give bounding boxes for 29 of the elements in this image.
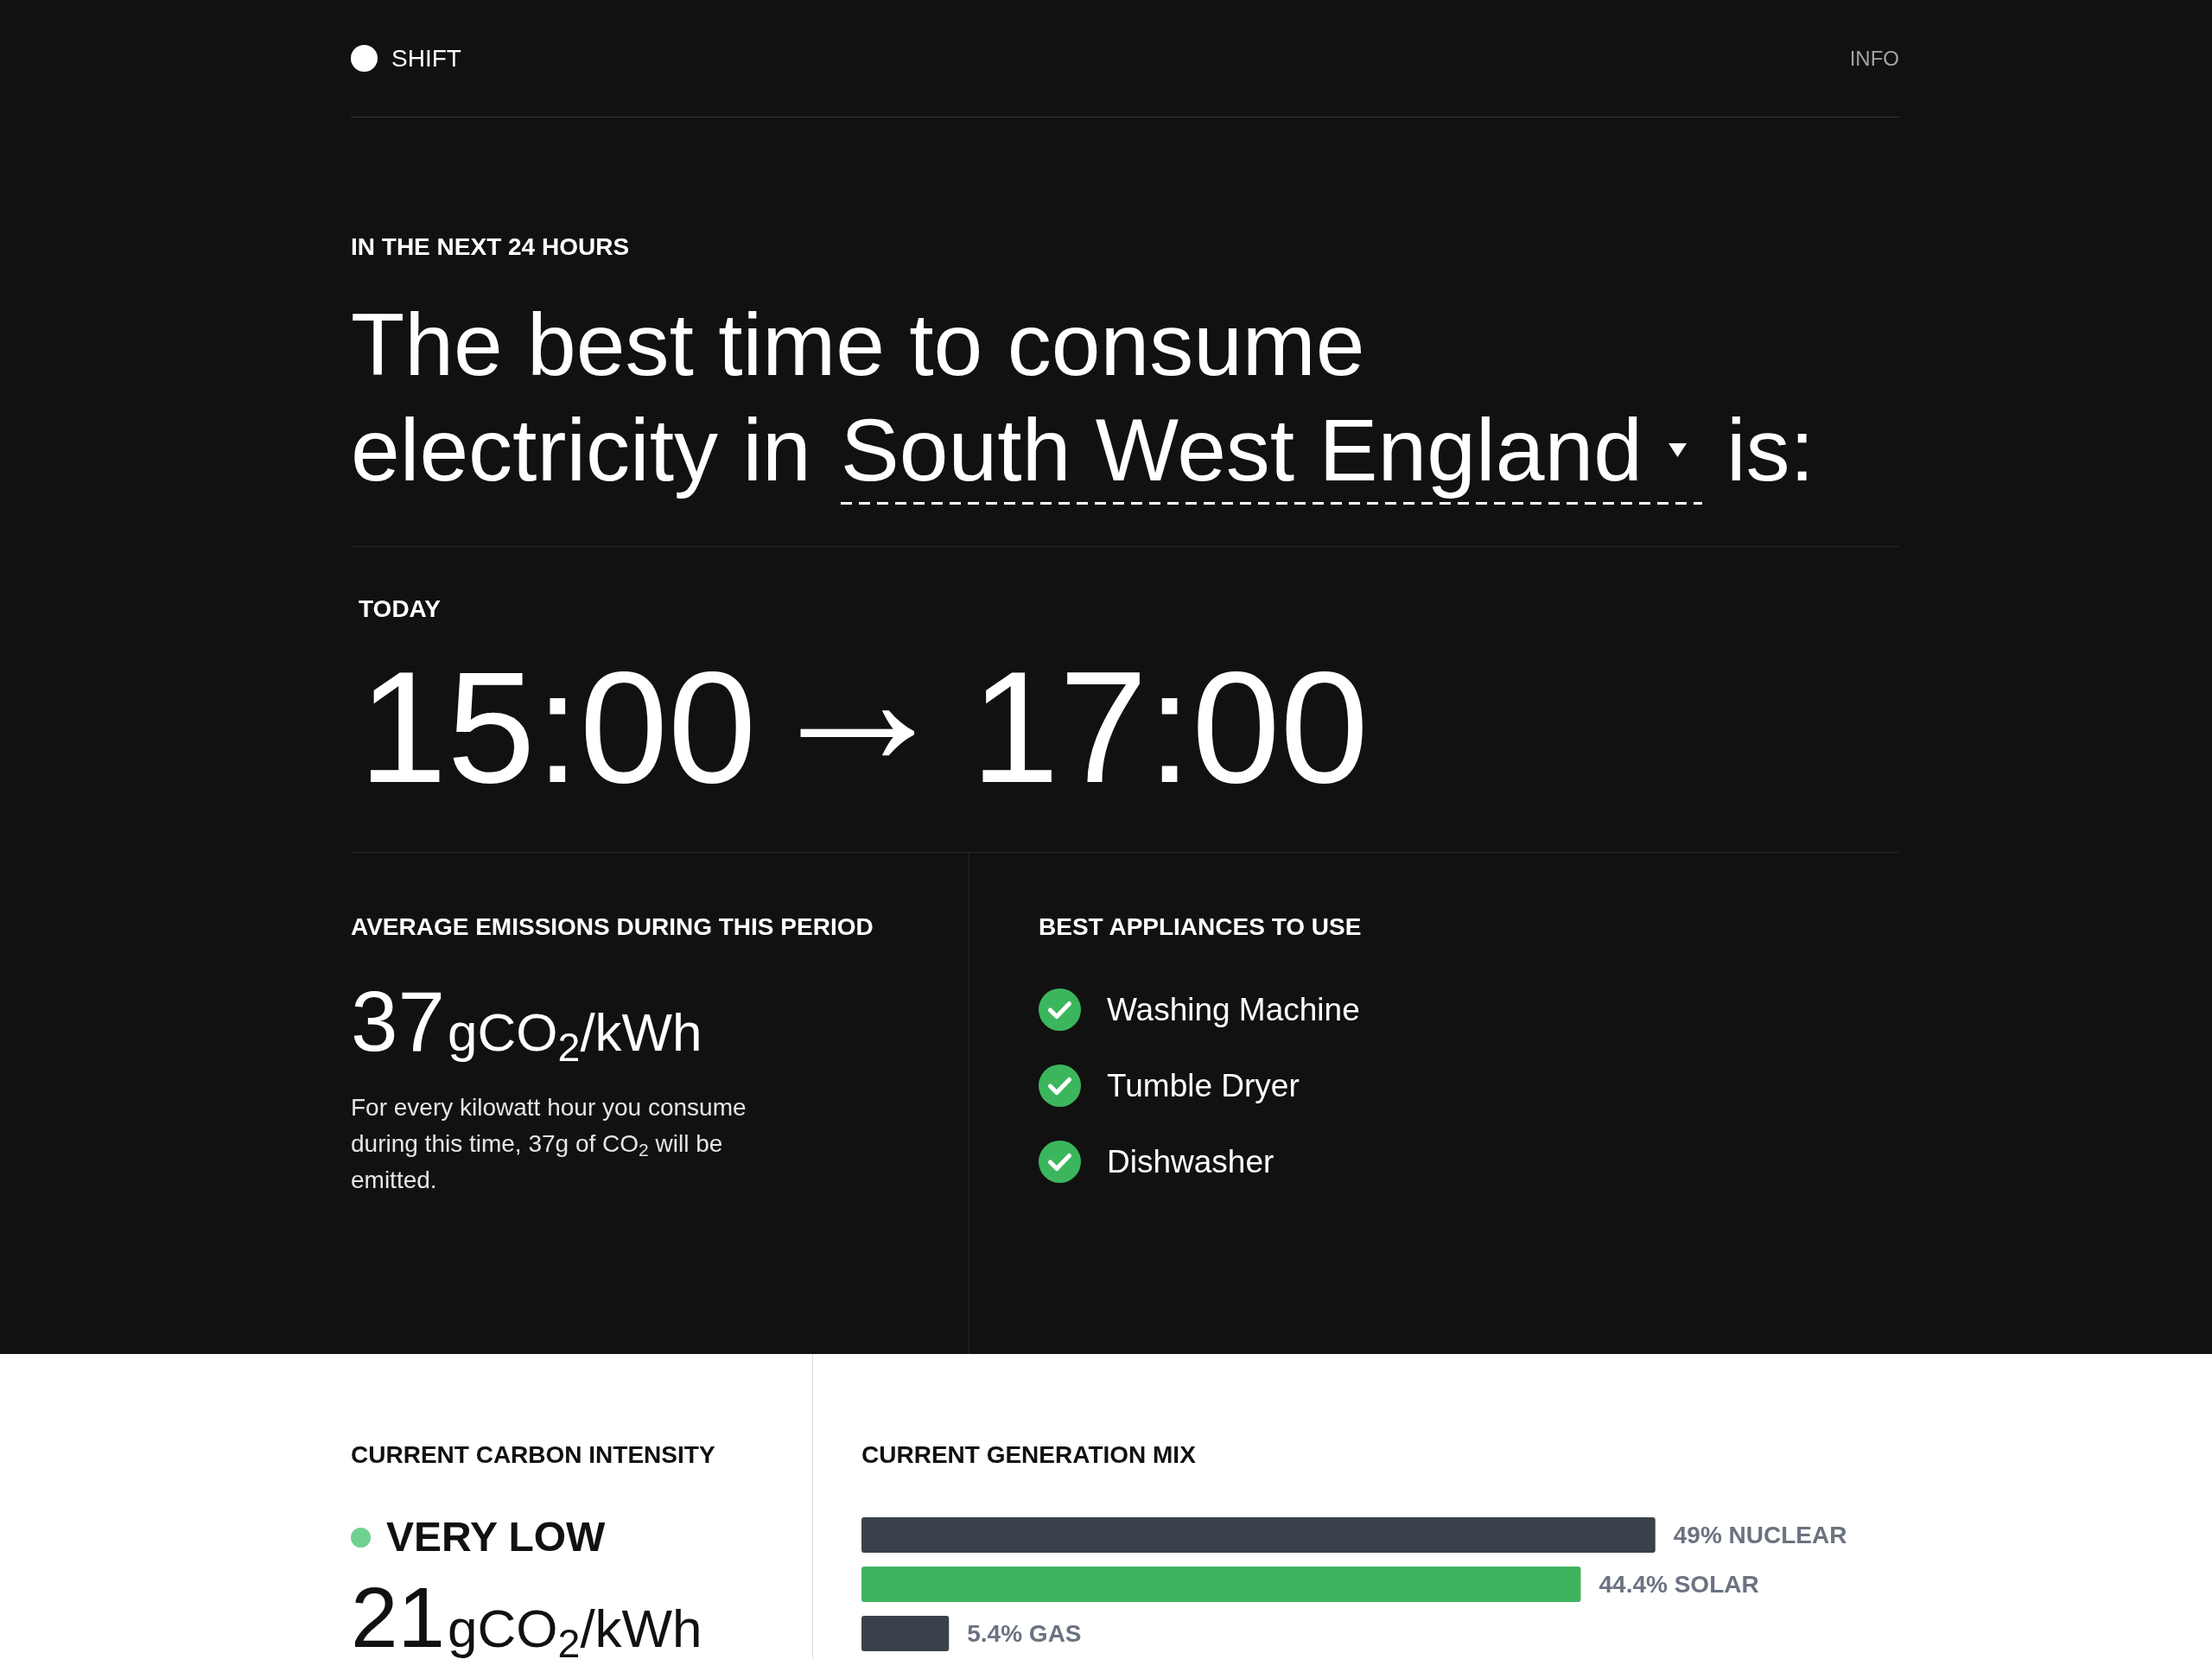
appliance-name: Washing Machine — [1107, 990, 1360, 1029]
end-time: 17:00 — [970, 647, 1369, 806]
bar-label: 49% NUCLEAR — [1673, 1522, 1847, 1548]
section-label: CURRENT CARBON INTENSITY — [351, 1440, 715, 1470]
intensity-value: 21 — [351, 1575, 445, 1659]
intensity-rating: VERY LOW — [386, 1513, 606, 1561]
section-label: IN THE NEXT 24 HOURS — [351, 232, 630, 262]
time-arrow: → — [761, 632, 954, 763]
emission-value: 37 — [351, 979, 445, 1064]
headline-text: is: — [1726, 400, 1815, 501]
check-icon — [1039, 988, 1081, 1031]
bar-label: 5.4% GAS — [967, 1620, 1082, 1647]
check-icon — [1039, 1141, 1081, 1183]
appliance-name: Tumble Dryer — [1107, 1066, 1300, 1105]
check-icon — [1039, 1065, 1081, 1107]
day-label: TODAY — [359, 594, 441, 624]
info-link[interactable]: INFO — [1849, 45, 1899, 72]
bar-label: 44.4% SOLAR — [1599, 1571, 1759, 1598]
brand-name: SHIFT — [391, 43, 461, 73]
circle-logo-icon — [351, 45, 378, 72]
appliance-name: Dishwasher — [1107, 1142, 1274, 1181]
headline-text: The best time to consume — [351, 295, 1365, 396]
section-label: AVERAGE EMISSIONS DURING THIS PERIOD — [351, 912, 874, 942]
emission-description: For every kilowatt hour you consume during this time, 37g of CO$_{2}$ will be emitted. — [351, 1093, 747, 1195]
section-label: CURRENT GENERATION MIX — [861, 1440, 1196, 1470]
start-time: 15:00 — [359, 647, 757, 806]
headline-text: electricity in — [351, 400, 811, 501]
section-label: BEST APPLIANCES TO USE — [1039, 912, 1362, 942]
caret-icon — [1668, 443, 1687, 457]
